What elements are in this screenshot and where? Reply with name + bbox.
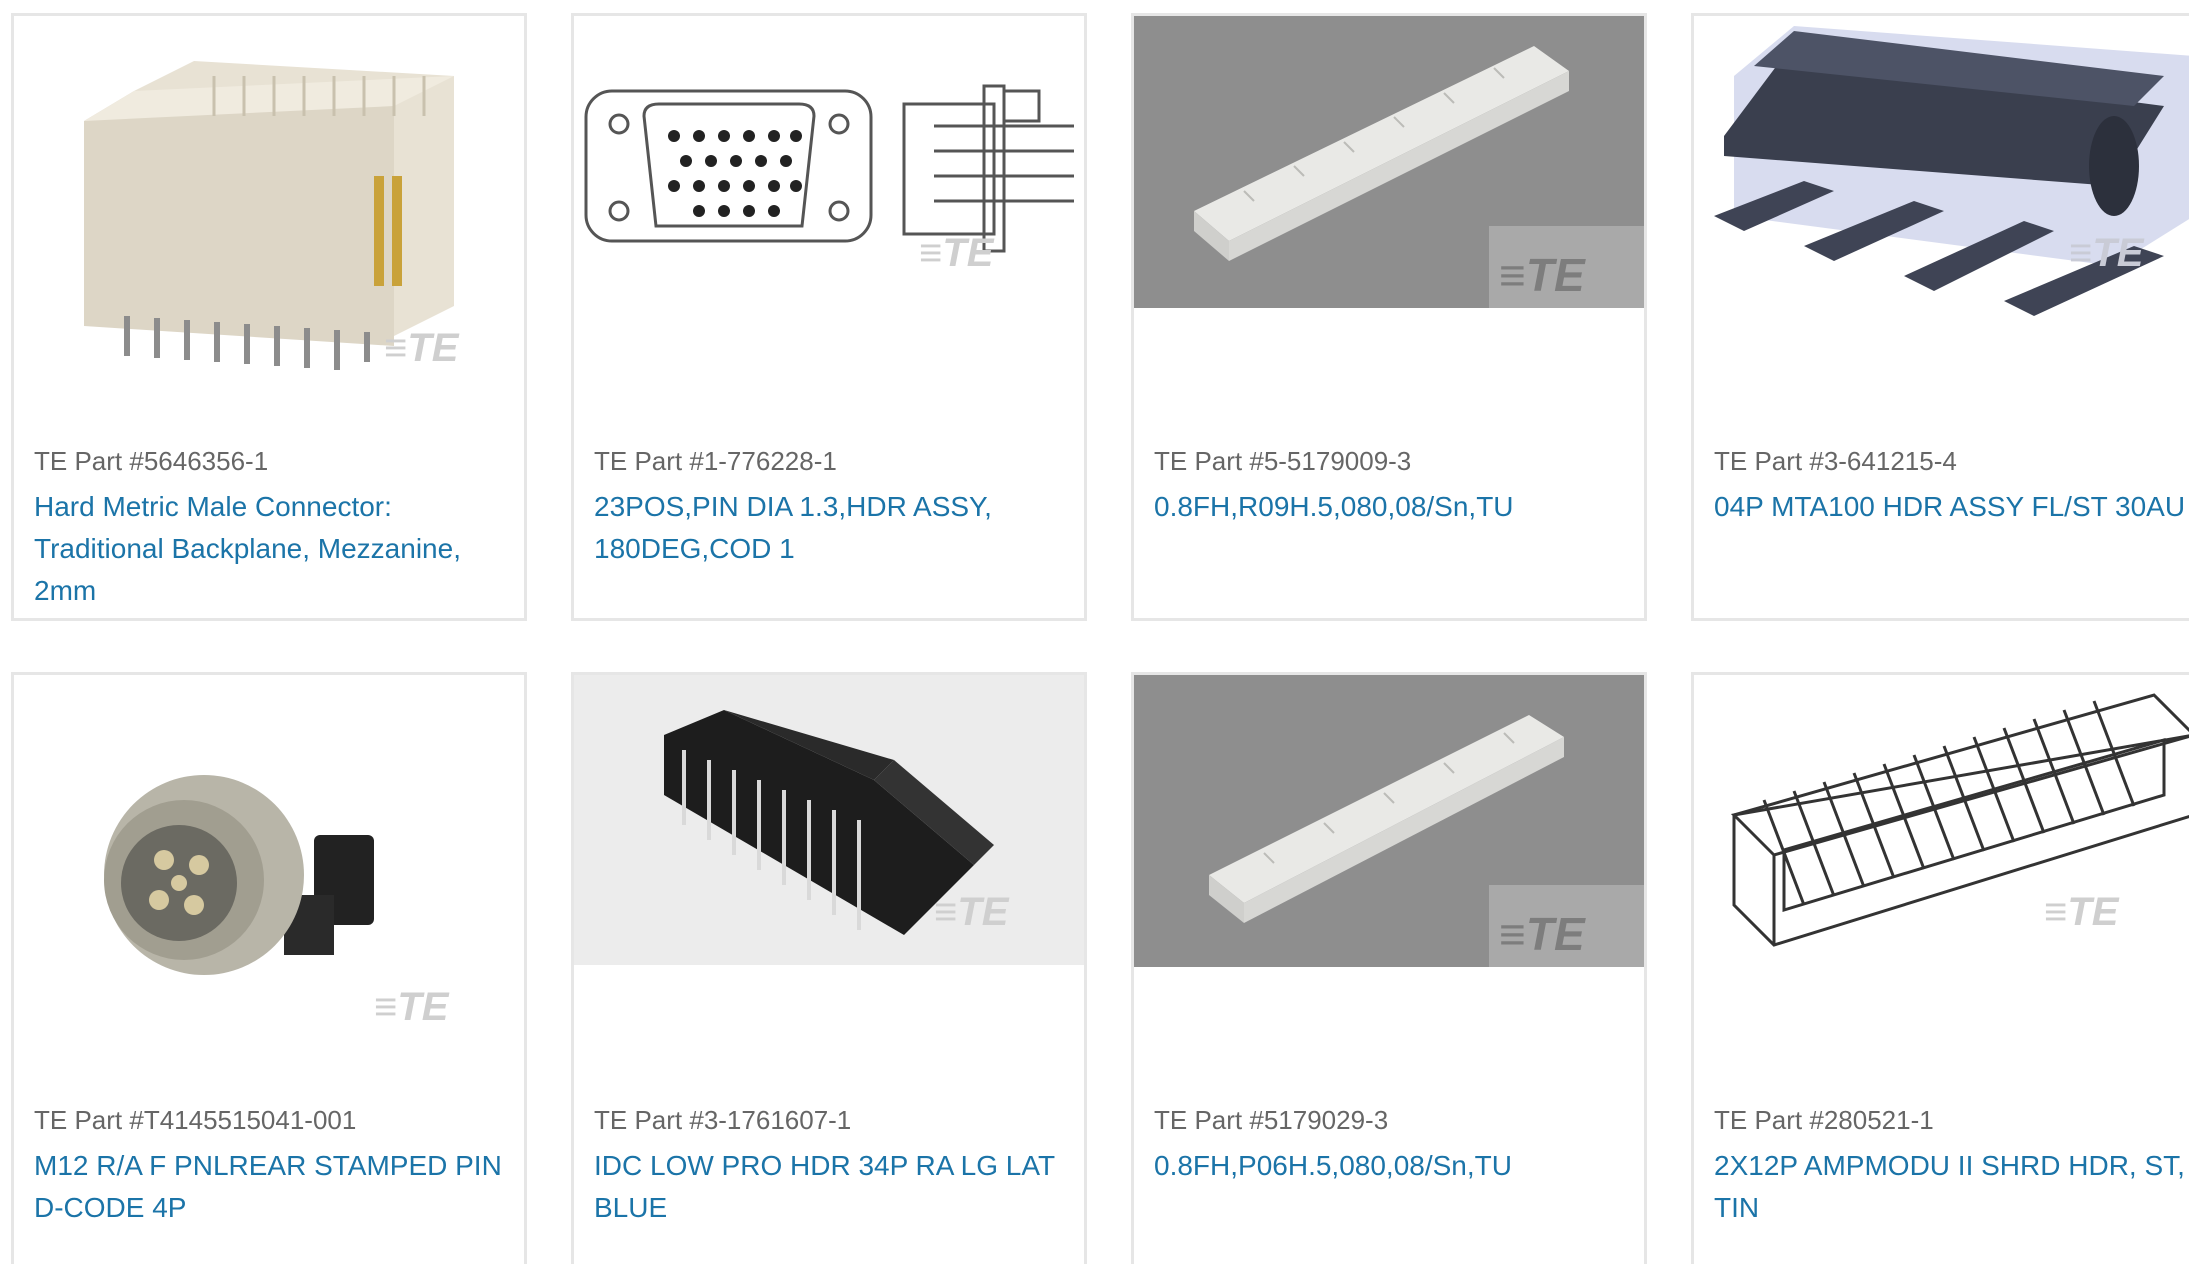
product-card[interactable]: ≡TE TE Part #1-776228-1 23POS,PIN DIA 1.… [571, 13, 1087, 621]
part-number: TE Part #5-5179009-3 [1154, 446, 1412, 476]
te-watermark: ≡TE [374, 985, 450, 1029]
product-image-m12-connector[interactable]: ≡TE [14, 675, 524, 1045]
te-watermark: ≡TE [934, 890, 1010, 934]
te-watermark: ≡TE [1499, 908, 1586, 960]
product-image-board-connector[interactable]: ≡TE [1134, 16, 1644, 386]
product-image-header-drawing[interactable]: ≡TE [574, 16, 1084, 386]
product-link[interactable]: IDC LOW PRO HDR 34P RA LG LAT BLUE [594, 1145, 1084, 1229]
part-number: TE Part #3-641215-4 [1714, 446, 1957, 476]
product-image-idc-header[interactable]: ≡TE [574, 675, 1084, 1045]
te-watermark: ≡TE [919, 231, 995, 275]
product-link[interactable]: 2X12P AMPMODU II SHRD HDR, ST, TIN [1714, 1145, 2189, 1229]
product-card[interactable]: ≡TE TE Part #3-641215-4 04P MTA100 HDR A… [1691, 13, 2189, 621]
product-card[interactable]: ≡TE TE Part #5-5179009-3 0.8FH,R09H.5,08… [1131, 13, 1647, 621]
product-image-board-connector[interactable]: ≡TE [1134, 675, 1644, 1045]
product-image-dark-header[interactable]: ≡TE [1694, 16, 2189, 386]
part-number: TE Part #5646356-1 [34, 446, 269, 476]
product-link[interactable]: 0.8FH,R09H.5,080,08/Sn,TU [1154, 486, 1644, 528]
product-card[interactable]: ≡TE TE Part #280521-1 2X12P AMPMODU II S… [1691, 672, 2189, 1264]
te-watermark: ≡TE [384, 326, 460, 370]
product-image-shrouded-header-drawing[interactable]: ≡TE [1694, 675, 2189, 1045]
te-watermark: ≡TE [1499, 249, 1586, 301]
product-card[interactable]: ≡TE TE Part #5179029-3 0.8FH,P06H.5,080,… [1131, 672, 1647, 1264]
product-link[interactable]: 0.8FH,P06H.5,080,08/Sn,TU [1154, 1145, 1644, 1187]
product-image-beige-connector[interactable]: ≡TE [14, 16, 524, 386]
product-link[interactable]: M12 R/A F PNLREAR STAMPED PIN D-CODE 4P [34, 1145, 524, 1229]
product-link[interactable]: 04P MTA100 HDR ASSY FL/ST 30AU [1714, 486, 2189, 528]
te-watermark: ≡TE [2044, 890, 2120, 934]
product-grid: ≡TE TE Part #5646356-1 Hard Metric Male … [0, 0, 2189, 1264]
part-number: TE Part #280521-1 [1714, 1105, 1934, 1135]
product-card[interactable]: ≡TE TE Part #T4145515041-001 M12 R/A F P… [11, 672, 527, 1264]
part-number: TE Part #T4145515041-001 [34, 1105, 357, 1135]
product-card[interactable]: ≡TE TE Part #5646356-1 Hard Metric Male … [11, 13, 527, 621]
te-watermark: ≡TE [2069, 231, 2145, 275]
product-link[interactable]: 23POS,PIN DIA 1.3,HDR ASSY, 180DEG,COD 1 [594, 486, 1084, 570]
product-card[interactable]: ≡TE TE Part #3-1761607-1 IDC LOW PRO HDR… [571, 672, 1087, 1264]
part-number: TE Part #5179029-3 [1154, 1105, 1389, 1135]
part-number: TE Part #3-1761607-1 [594, 1105, 852, 1135]
part-number: TE Part #1-776228-1 [594, 446, 837, 476]
product-link[interactable]: Hard Metric Male Connector: Traditional … [34, 486, 524, 612]
